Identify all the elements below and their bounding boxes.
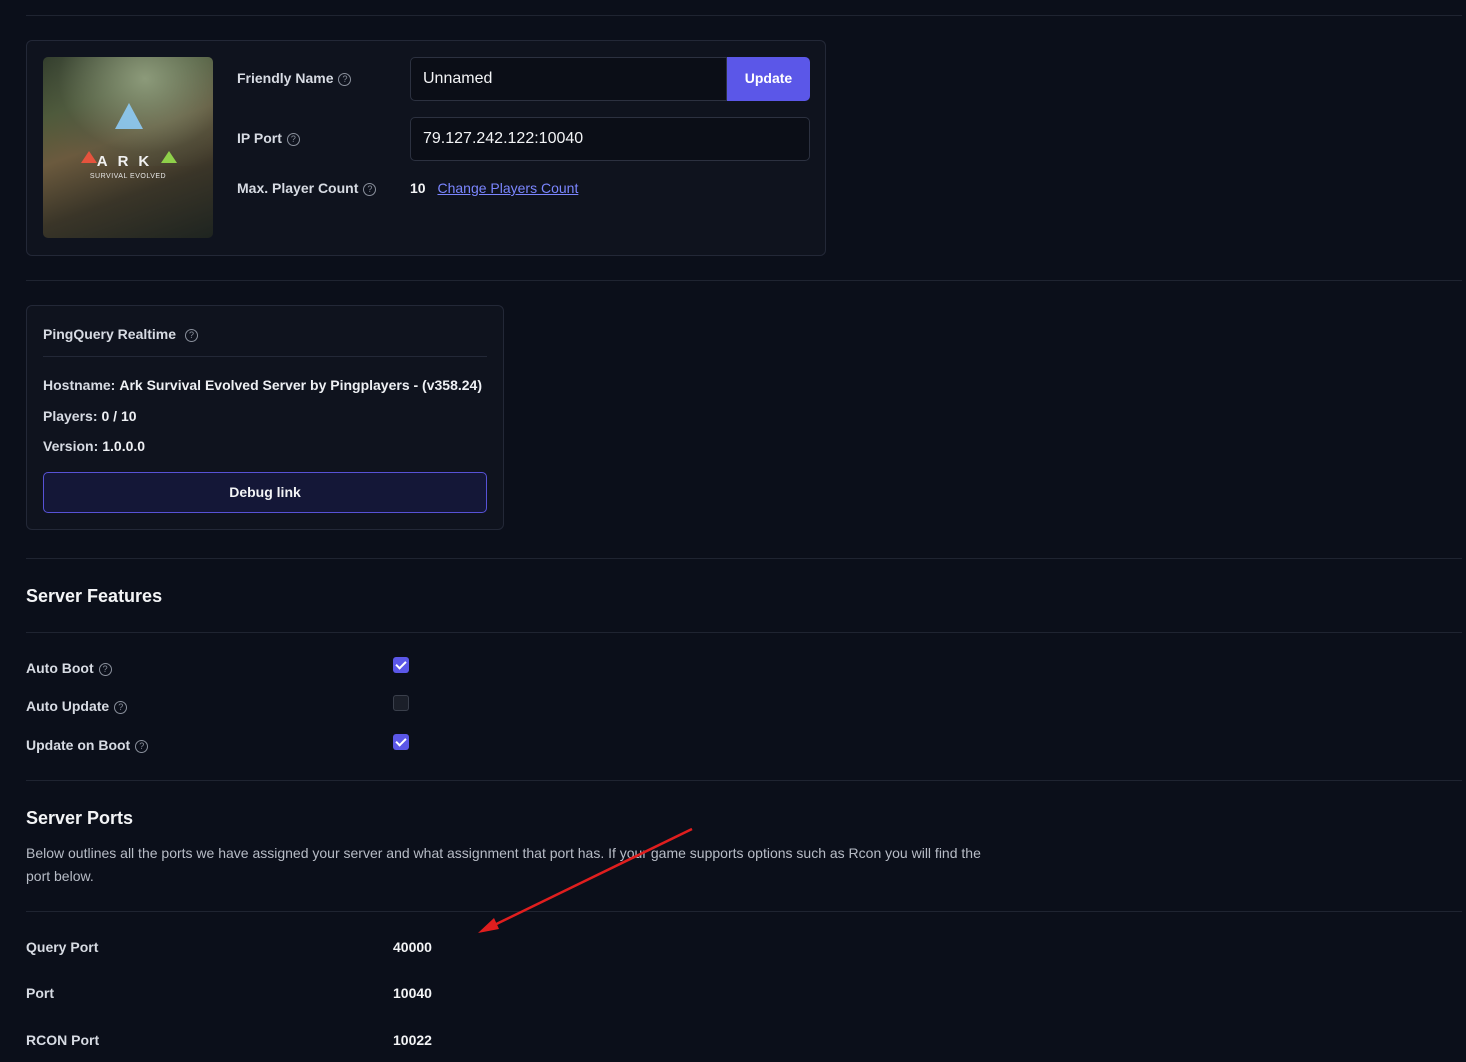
annotation-arrow-icon	[478, 827, 693, 933]
